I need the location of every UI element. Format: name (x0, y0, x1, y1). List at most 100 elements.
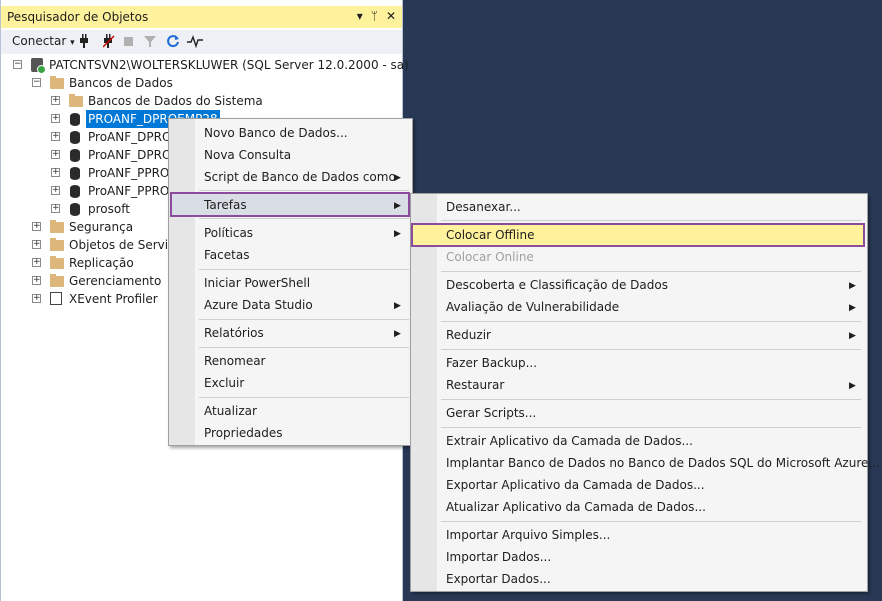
menu-item-vulnerability-assessment[interactable]: Avaliação de Vulnerabilidade (446, 296, 619, 318)
expand-icon[interactable]: + (32, 294, 41, 303)
folder-label: Replicação (69, 256, 134, 270)
menu-separator (199, 347, 409, 348)
disconnect-plug-icon[interactable] (102, 34, 115, 48)
menu-item-upgrade-data-tier[interactable]: Atualizar Aplicativo da Camada de Dados.… (446, 496, 706, 518)
pin-icon[interactable]: ᛘ (371, 9, 378, 23)
folder-icon (50, 238, 64, 251)
menu-item-export-data-tier[interactable]: Exportar Aplicativo da Camada de Dados..… (446, 474, 705, 496)
context-menu-database: Novo Banco de Dados... Nova Consulta Scr… (168, 118, 413, 446)
menu-separator (441, 271, 861, 272)
tree-node-server-objects[interactable]: + Objetos de Servido (1, 236, 183, 254)
expand-icon[interactable]: + (51, 204, 60, 213)
database-icon (70, 113, 80, 126)
stop-icon[interactable] (124, 37, 133, 46)
menu-item-import-flat-file[interactable]: Importar Arquivo Simples... (446, 524, 610, 546)
expand-icon[interactable]: + (32, 222, 41, 231)
panel-toolbar: Conectar ▾ (1, 30, 402, 54)
expand-icon[interactable]: + (32, 276, 41, 285)
filter-icon[interactable] (144, 34, 156, 48)
menu-item-new-database[interactable]: Novo Banco de Dados... (204, 122, 348, 144)
tree-node-xevent[interactable]: + XEvent Profiler (1, 290, 171, 308)
tree-node-db[interactable]: + ProANF_PPROE (1, 182, 177, 200)
menu-item-policies[interactable]: Políticas (204, 222, 253, 244)
menu-item-export-data[interactable]: Exportar Dados... (446, 568, 551, 590)
menu-item-take-offline[interactable]: Colocar Offline (446, 224, 534, 246)
menu-item-refresh[interactable]: Atualizar (204, 400, 257, 422)
menu-item-import-data[interactable]: Importar Dados... (446, 546, 551, 568)
tree-node-security[interactable]: + Segurança (1, 218, 171, 236)
menu-item-backup[interactable]: Fazer Backup... (446, 352, 537, 374)
expand-icon[interactable]: + (51, 132, 60, 141)
submenu-arrow-icon: ▶ (394, 173, 401, 183)
tree-node-databases[interactable]: − Bancos de Dados (1, 74, 401, 92)
menu-item-extract-data-tier[interactable]: Extrair Aplicativo da Camada de Dados... (446, 430, 693, 452)
connect-plug-icon[interactable] (79, 34, 89, 48)
panel-title: Pesquisador de Objetos (7, 10, 149, 24)
menu-gutter (411, 194, 437, 591)
server-icon (31, 58, 46, 74)
menu-item-azure-data-studio[interactable]: Azure Data Studio (204, 294, 313, 316)
menu-item-data-discovery[interactable]: Descoberta e Classificação de Dados (446, 274, 668, 296)
menu-item-restore[interactable]: Restaurar (446, 374, 504, 396)
menu-separator (441, 521, 861, 522)
tree-node-db[interactable]: + ProANF_PPROE (1, 164, 177, 182)
submenu-arrow-icon: ▶ (849, 303, 856, 313)
folder-icon (69, 94, 83, 107)
menu-separator (199, 218, 409, 219)
expand-icon[interactable]: + (51, 168, 60, 177)
menu-item-facets[interactable]: Facetas (204, 244, 249, 266)
menu-separator (199, 319, 409, 320)
panel-menu-icon[interactable]: ▾ (357, 9, 363, 23)
collapse-icon[interactable]: − (32, 78, 41, 87)
submenu-arrow-icon: ▶ (849, 331, 856, 341)
db-label: ProANF_DPROE (88, 148, 179, 162)
menu-item-script-database-as[interactable]: Script de Banco de Dados como (204, 166, 396, 188)
menu-separator (199, 397, 409, 398)
collapse-icon[interactable]: − (13, 60, 22, 69)
activity-monitor-icon[interactable] (187, 34, 203, 49)
connected-icon (37, 65, 46, 74)
panel-title-bar: Pesquisador de Objetos ▾ ᛘ ✕ (1, 6, 402, 28)
tree-node-server[interactable]: − PATCNTSVN2\WOLTERSKLUWER (SQL Server 1… (1, 56, 409, 74)
menu-item-deploy-azure[interactable]: Implantar Banco de Dados no Banco de Dad… (446, 452, 880, 474)
folder-icon (50, 274, 64, 287)
connect-button[interactable]: Conectar ▾ (12, 34, 75, 48)
folder-icon (50, 76, 64, 89)
menu-separator (441, 399, 861, 400)
menu-item-shrink[interactable]: Reduzir (446, 324, 491, 346)
expand-icon[interactable]: + (51, 186, 60, 195)
system-databases-label: Bancos de Dados do Sistema (88, 94, 263, 108)
menu-separator (441, 349, 861, 350)
expand-icon[interactable]: + (51, 114, 60, 123)
db-label: ProANF_DPROE (88, 130, 179, 144)
menu-item-reports[interactable]: Relatórios (204, 322, 264, 344)
menu-gutter (169, 119, 195, 445)
expand-icon[interactable]: + (51, 150, 60, 159)
menu-item-start-powershell[interactable]: Iniciar PowerShell (204, 272, 310, 294)
menu-separator (199, 269, 409, 270)
expand-icon[interactable]: + (51, 96, 60, 105)
menu-item-new-query[interactable]: Nova Consulta (204, 144, 291, 166)
tree-node-db[interactable]: + ProANF_DPROE (1, 128, 179, 146)
tree-node-db[interactable]: + prosoft (1, 200, 171, 218)
menu-separator (441, 321, 861, 322)
menu-item-tasks[interactable]: Tarefas (204, 194, 247, 216)
folder-icon (50, 256, 64, 269)
menu-separator (441, 220, 861, 221)
menu-item-rename[interactable]: Renomear (204, 350, 266, 372)
folder-label: Segurança (69, 220, 134, 234)
menu-item-generate-scripts[interactable]: Gerar Scripts... (446, 402, 536, 424)
menu-item-detach[interactable]: Desanexar... (446, 196, 521, 218)
submenu-arrow-icon: ▶ (849, 381, 856, 391)
databases-label: Bancos de Dados (69, 76, 173, 90)
menu-item-delete[interactable]: Excluir (204, 372, 244, 394)
close-icon[interactable]: ✕ (386, 9, 396, 23)
tree-node-management[interactable]: + Gerenciamento (1, 272, 171, 290)
menu-item-properties[interactable]: Propriedades (204, 422, 283, 444)
expand-icon[interactable]: + (32, 258, 41, 267)
expand-icon[interactable]: + (32, 240, 41, 249)
tree-node-db[interactable]: + ProANF_DPROE (1, 146, 179, 164)
tree-node-replication[interactable]: + Replicação (1, 254, 171, 272)
refresh-icon[interactable] (166, 34, 180, 48)
tree-node-system-databases[interactable]: + Bancos de Dados do Sistema (1, 92, 401, 110)
